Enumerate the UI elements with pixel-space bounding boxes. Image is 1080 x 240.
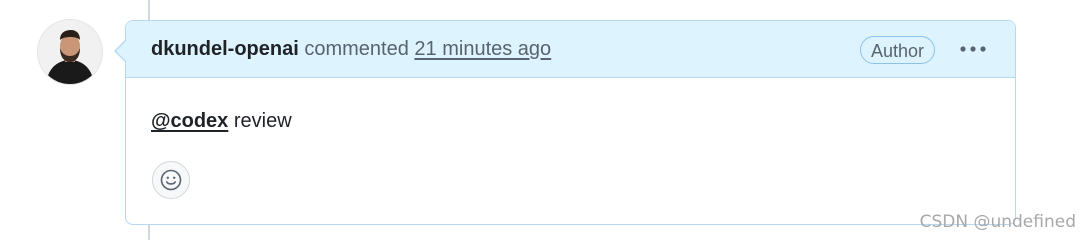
action-text: commented: [304, 38, 409, 60]
comment-pointer-fill: [116, 40, 127, 62]
author-link[interactable]: dkundel-openai: [151, 38, 299, 60]
comment-header-text: dkundel-openai commented 21 minutes ago: [151, 37, 551, 61]
timestamp-link[interactable]: 21 minutes ago: [414, 38, 551, 60]
comment-box: dkundel-openai commented 21 minutes ago …: [114, 20, 1016, 225]
more-options-button[interactable]: [956, 35, 990, 63]
comment-header: dkundel-openai commented 21 minutes ago …: [114, 21, 1015, 78]
add-reaction-button[interactable]: [152, 161, 190, 199]
kebab-horizontal-icon: [960, 46, 986, 52]
author-badge: Author: [860, 36, 936, 64]
smiley-icon: [160, 169, 182, 191]
mention-link[interactable]: @codex: [151, 110, 228, 132]
avatar[interactable]: [38, 20, 102, 84]
comment-body: @codex review: [151, 109, 292, 133]
avatar-image: [38, 20, 102, 84]
comment-text: review: [228, 110, 292, 132]
watermark: CSDN @undefined: [919, 212, 1076, 232]
